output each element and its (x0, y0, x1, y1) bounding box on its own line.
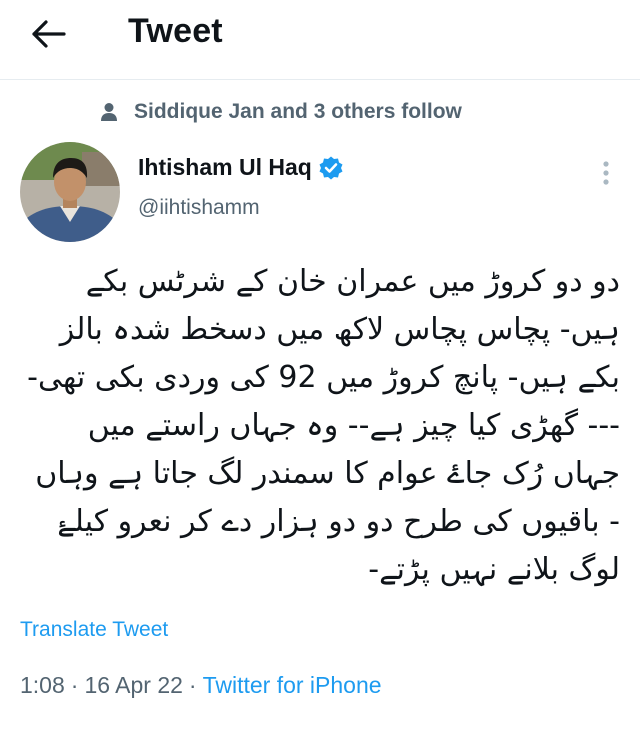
top-bar: Tweet (0, 0, 640, 80)
tweet-source-link[interactable]: Twitter for iPhone (203, 672, 382, 699)
tweet-date: 16 Apr 22 (84, 672, 183, 698)
author-handle[interactable]: @iihtishamm (138, 196, 260, 220)
person-icon (101, 103, 117, 121)
meta-separator: · (70, 672, 79, 698)
translate-tweet-link[interactable]: Translate Tweet (20, 618, 168, 642)
back-button[interactable] (26, 14, 70, 54)
author-name[interactable]: Ihtisham Ul Haq (138, 154, 312, 181)
verified-badge-icon (319, 156, 343, 179)
tweet-metadata: 1:08 · 16 Apr 22 · Twitter for iPhone (20, 672, 382, 699)
more-options-button[interactable] (596, 158, 616, 188)
more-vertical-icon (603, 161, 609, 185)
page-title: Tweet (128, 12, 223, 50)
avatar[interactable] (20, 142, 120, 242)
social-context-text: Siddique Jan and 3 others follow (134, 100, 462, 123)
social-context[interactable]: Siddique Jan and 3 others follow (100, 98, 462, 126)
meta-separator: · (188, 672, 197, 698)
avatar-photo (20, 142, 120, 242)
tweet-time: 1:08 (20, 672, 65, 698)
arrow-left-icon (32, 20, 66, 48)
tweet-text: دو دو کروڑ میں عمران خان کے شرٹس بکے ہیں… (27, 264, 620, 587)
author-name-row[interactable]: Ihtisham Ul Haq (138, 154, 344, 181)
